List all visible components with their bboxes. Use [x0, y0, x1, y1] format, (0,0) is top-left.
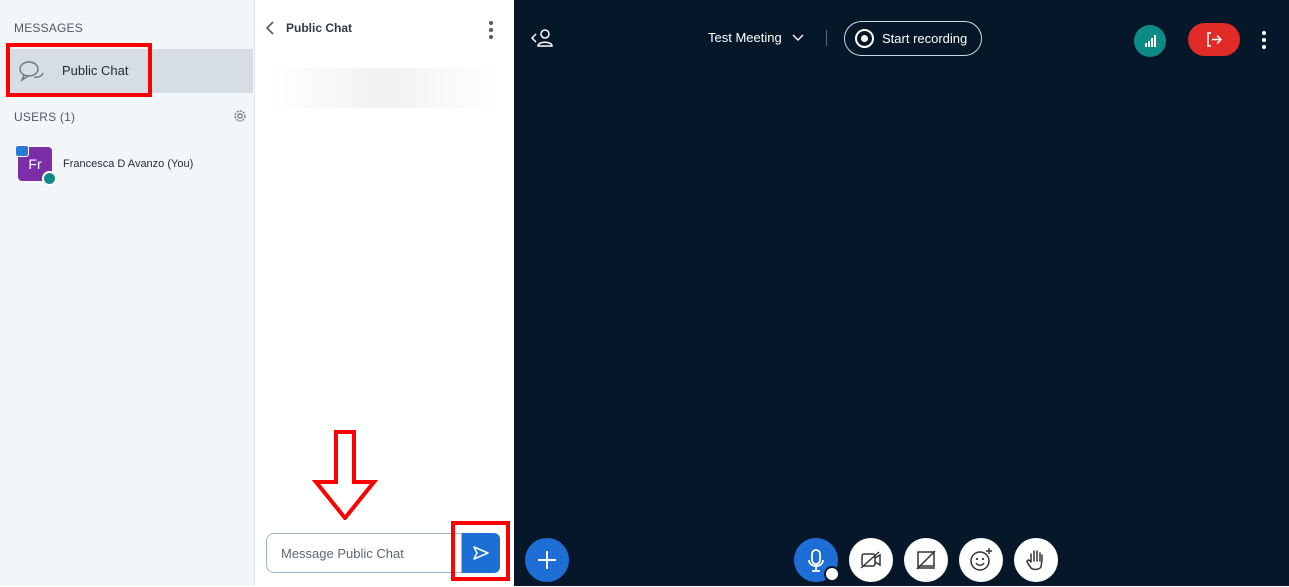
avatar-initials: Fr [28, 156, 42, 172]
plus-icon [538, 551, 556, 569]
avatar: Fr [15, 145, 57, 186]
user-name: Francesca D Avanzo (You) [63, 158, 194, 170]
user-list-item[interactable]: Fr Francesca D Avanzo (You) [15, 145, 248, 187]
annotation-arrow-down [311, 430, 379, 520]
record-icon [855, 29, 874, 48]
send-button[interactable] [462, 533, 500, 573]
chat-bubbles-icon [19, 61, 44, 82]
sidebar-item-public-chat[interactable]: Public Chat [8, 49, 253, 93]
reactions-button[interactable] [959, 538, 1003, 582]
users-toggle-icon[interactable] [530, 28, 554, 48]
chat-message-area [270, 68, 500, 108]
kebab-menu-icon[interactable] [489, 21, 493, 42]
chevron-left-icon[interactable] [264, 20, 276, 36]
actions-plus-button[interactable] [525, 538, 569, 582]
divider [826, 30, 827, 46]
presenter-icon [15, 145, 29, 157]
camera-off-icon [860, 551, 881, 569]
messages-section-title: MESSAGES [14, 21, 83, 35]
audio-status-icon [42, 171, 57, 186]
microphone-button[interactable] [794, 538, 840, 582]
meeting-title[interactable]: Test Meeting [708, 30, 782, 45]
sidebar-item-label: Public Chat [62, 63, 129, 78]
screenshare-off-icon [916, 550, 936, 570]
chevron-down-icon[interactable] [792, 34, 804, 42]
chat-header: Public Chat [256, 0, 513, 56]
mic-options-icon[interactable] [824, 566, 840, 582]
screenshare-button[interactable] [904, 538, 948, 582]
start-recording-button[interactable]: Start recording [844, 21, 982, 56]
camera-button[interactable] [849, 538, 893, 582]
send-icon [473, 546, 489, 560]
users-section-title: USERS (1) [14, 110, 76, 124]
connection-status-button[interactable] [1134, 25, 1166, 57]
hand-icon [1026, 550, 1043, 571]
sidebar: MESSAGES Public Chat USERS (1) Fr France… [0, 0, 255, 586]
signal-bars-icon [1145, 35, 1156, 47]
main-presentation-area: Test Meeting Start recording [514, 0, 1289, 586]
kebab-menu-icon[interactable] [1262, 31, 1266, 52]
chat-title: Public Chat [286, 21, 353, 35]
leave-meeting-button[interactable] [1188, 23, 1240, 56]
record-label: Start recording [882, 31, 968, 46]
emoji-icon [970, 548, 992, 571]
gear-icon[interactable] [232, 108, 248, 124]
chat-panel: Public Chat [256, 0, 513, 586]
leave-icon [1207, 32, 1223, 47]
message-input[interactable] [266, 533, 462, 573]
raise-hand-button[interactable] [1014, 538, 1058, 582]
